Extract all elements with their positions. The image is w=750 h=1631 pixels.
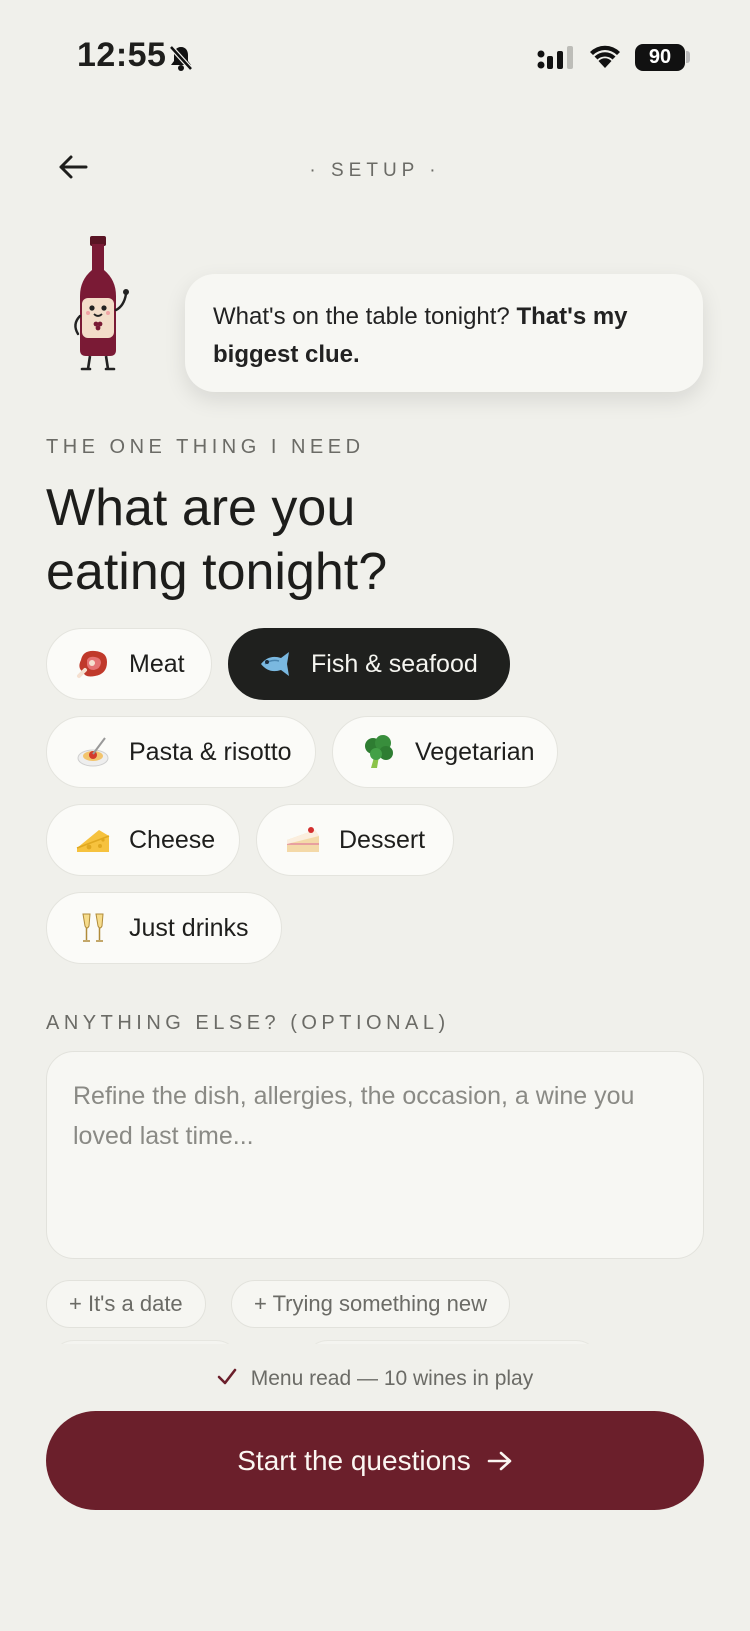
cta-label: Start the questions [237,1444,471,1476]
chip-label: Fish & seafood [311,649,478,678]
cheese-emoji-icon [75,822,111,858]
fish-emoji-icon [257,646,293,682]
optional-label: ANYTHING ELSE? (OPTIONAL) [46,1012,450,1034]
status-time: 12:55 [77,36,167,74]
chip-fish-seafood[interactable]: Fish & seafood [228,628,510,700]
spaghetti-emoji-icon [75,734,111,770]
chip-dessert[interactable]: Dessert [256,804,454,876]
signal-icon [537,46,575,75]
broccoli-emoji-icon [361,734,397,770]
details-textarea[interactable] [46,1051,704,1259]
wine-bottle-mascot [66,236,140,377]
menu-status-text: Menu read — 10 wines in play [250,1367,534,1390]
headline-line-2: eating tonight? [46,543,388,601]
chip-label: Cheese [129,825,216,854]
chip-vegetarian[interactable]: Vegetarian [332,716,558,788]
battery-icon: 90 [635,44,685,71]
question-headline: What are you eating tonight? [46,476,387,604]
chip-label: Dessert [339,825,426,854]
status-bar: 12:55 90 [0,0,750,115]
chip-label: Meat [129,649,185,678]
menu-status: Menu read — 10 wines in play [0,1366,750,1392]
battery-cap [686,51,690,63]
bell-slash-icon [168,44,194,77]
chip-label: Vegetarian [415,737,535,766]
bubble-text: What's on the table tonight? [213,303,510,330]
chip-meat[interactable]: Meat [46,628,212,700]
chip-label: Just drinks [129,913,249,942]
wifi-icon [588,44,622,75]
chip-label: Pasta & risotto [129,737,292,766]
start-questions-button[interactable]: Start the questions [46,1411,704,1510]
suggestion-its-a-date[interactable]: + It's a date [46,1280,206,1328]
champagne-emoji-icon [75,910,111,946]
suggestion-trying-something-new[interactable]: + Trying something new [231,1280,510,1328]
mascot-speech-bubble: What's on the table tonight? That's my b… [185,274,703,392]
cake-emoji-icon [285,822,321,858]
headline-line-1: What are you [46,479,356,537]
page-title: · SETUP · [309,160,441,181]
chip-pasta-risotto[interactable]: Pasta & risotto [46,716,316,788]
question-eyebrow: THE ONE THING I NEED [46,436,365,458]
arrow-right-icon [487,1450,513,1472]
chip-just-drinks[interactable]: Just drinks [46,892,282,964]
scroll-fade [0,1330,750,1370]
check-icon [217,1366,237,1392]
steak-emoji-icon [75,646,111,682]
chip-cheese[interactable]: Cheese [46,804,240,876]
